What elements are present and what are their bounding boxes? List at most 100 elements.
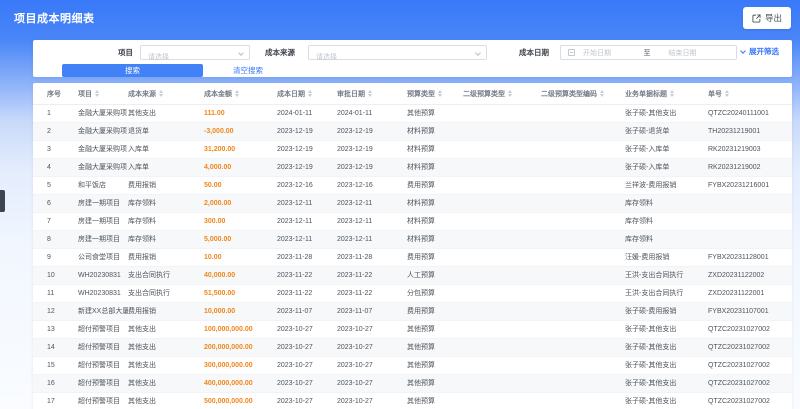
clear-search-button[interactable]: 清空搜索 bbox=[233, 64, 263, 77]
table-row[interactable]: 11 WH20230831 支出合同执行 51,500.00 2023-11-22 202… bbox=[33, 285, 792, 303]
column-header-budget_type[interactable]: 预算类型 bbox=[407, 89, 463, 99]
cell-approval_date: 2023-10-27 bbox=[337, 380, 373, 387]
table-row[interactable]: 4 金融大厦采购项目入库单 4,000.00 2023-12-19 2023-12-19… bbox=[33, 159, 792, 177]
column-header-project[interactable]: 项目 bbox=[78, 89, 128, 99]
project-select-input[interactable] bbox=[141, 51, 249, 64]
table-row[interactable]: 6 房建一期项目 库存领料 2,000.00 2023-12-11 2023-12-11 材… bbox=[33, 195, 792, 213]
column-header-sub_budget_type_code[interactable]: 二级预算类型编码 bbox=[541, 89, 625, 99]
cell-budget_type: 分包预算 bbox=[407, 290, 435, 297]
cell-cost_source: 其他支出 bbox=[128, 398, 156, 405]
table-row[interactable]: 8 房建一期项目 库存领料 5,000.00 2023-12-11 2023-12-11 材… bbox=[33, 231, 792, 249]
cost-date-filter-label: 成本日期 bbox=[519, 48, 549, 57]
cost-date-range-picker[interactable]: 开始日期 至 结束日期 bbox=[560, 45, 737, 60]
sort-carets-icon[interactable] bbox=[508, 90, 512, 97]
cell-document_title: 汪媛-费用报销 bbox=[625, 254, 670, 261]
cell-cost_source: 其他支出 bbox=[128, 362, 156, 369]
start-date-placeholder[interactable]: 开始日期 bbox=[575, 48, 644, 58]
cell-approval_date: 2023-12-19 bbox=[337, 128, 373, 135]
cell-cost_date: 2023-10-27 bbox=[277, 380, 313, 387]
cell-budget_type: 材料预算 bbox=[407, 164, 435, 171]
cell-approval_date: 2023-11-22 bbox=[337, 272, 373, 279]
export-button-label: 导出 bbox=[764, 13, 782, 23]
column-label: 二级预算类型编码 bbox=[541, 90, 597, 98]
cell-document_title: 张子硕-其他支出 bbox=[625, 362, 677, 369]
sort-carets-icon[interactable] bbox=[725, 90, 729, 97]
cell-cost_date: 2023-12-11 bbox=[277, 236, 313, 243]
cell-cost_amount: 31,200.00 bbox=[204, 146, 236, 153]
cell-cost_date: 2023-12-19 bbox=[277, 128, 313, 135]
table-row[interactable]: 9 公司食堂项目 费用报销 10.00 2023-11-28 2023-11-28 费用预算… bbox=[33, 249, 792, 267]
cell-cost_source: 支出合同执行 bbox=[128, 272, 170, 279]
cell-index: 3 bbox=[47, 146, 51, 153]
sort-carets-icon[interactable] bbox=[368, 90, 372, 97]
cell-cost_date: 2023-10-27 bbox=[277, 326, 313, 333]
table-row[interactable]: 7 房建一期项目 库存领料 300.00 2023-12-11 2023-12-11 材料预… bbox=[33, 213, 792, 231]
end-date-placeholder[interactable]: 结束日期 bbox=[651, 48, 730, 58]
sort-carets-icon[interactable] bbox=[95, 90, 99, 97]
table-row[interactable]: 2 金融大厦采购项目退货单 -3,000.00 2023-12-19 2023-12-1… bbox=[33, 123, 792, 141]
column-label: 二级预算类型 bbox=[463, 90, 505, 98]
column-header-document_title[interactable]: 业务单据标题 bbox=[625, 89, 708, 99]
cell-cost_amount: 40,000.00 bbox=[204, 272, 236, 279]
cell-cost_amount: 300,000,000.00 bbox=[204, 362, 253, 369]
cell-sub_budget_type bbox=[463, 159, 541, 176]
table-row[interactable]: 5 和平饭店 费用报销 50.00 2023-12-16 2023-12-16 费用预算 兰祥… bbox=[33, 177, 792, 195]
sort-carets-icon[interactable] bbox=[308, 90, 312, 97]
cell-document_no: QTZC20231027002 bbox=[708, 380, 770, 387]
column-header-approval_date[interactable]: 审批日期 bbox=[337, 89, 407, 99]
table-row[interactable]: 10 WH20230831 支出合同执行 40,000.00 2023-11-22 202… bbox=[33, 267, 792, 285]
sidebar-expand-handle[interactable] bbox=[0, 190, 5, 212]
project-select[interactable] bbox=[140, 45, 250, 64]
column-header-sub_budget_type[interactable]: 二级预算类型 bbox=[463, 89, 541, 99]
cell-cost_source: 库存领料 bbox=[128, 200, 156, 207]
cell-cost_source: 入库单 bbox=[128, 164, 149, 171]
cell-approval_date: 2023-11-28 bbox=[337, 254, 373, 261]
table-row[interactable]: 12 新建XX总部大厦工程二期费用报销 10,000.00 2023-11-07 202… bbox=[33, 303, 792, 321]
table-row[interactable]: 17 超付预警项目 其他支出 500,000,000.00 2023-10-27 2023… bbox=[33, 393, 792, 409]
cost-source-filter-label: 成本来源 bbox=[265, 48, 295, 57]
cell-budget_type: 费用预算 bbox=[407, 182, 435, 189]
cell-index: 17 bbox=[47, 398, 55, 405]
column-header-cost_date[interactable]: 成本日期 bbox=[277, 89, 337, 99]
cost-source-select[interactable] bbox=[308, 45, 487, 64]
cell-sub_budget_type bbox=[463, 177, 541, 194]
table-row[interactable]: 3 金融大厦采购项目入库单 31,200.00 2023-12-19 2023-12-1… bbox=[33, 141, 792, 159]
cell-sub_budget_type bbox=[463, 303, 541, 320]
cell-project: 超付预警项目 bbox=[78, 344, 120, 351]
column-label: 审批日期 bbox=[337, 90, 365, 98]
table-row[interactable]: 15 超付预警项目 其他支出 300,000,000.00 2023-10-27 2023… bbox=[33, 357, 792, 375]
sort-carets-icon[interactable] bbox=[438, 90, 442, 97]
sort-carets-icon[interactable] bbox=[159, 90, 163, 97]
cell-sub_budget_type bbox=[463, 285, 541, 302]
cell-sub_budget_type bbox=[463, 339, 541, 356]
cell-project: 房建一期项目 bbox=[78, 218, 120, 225]
cost-source-select-input[interactable] bbox=[309, 51, 486, 64]
table-row[interactable]: 13 超付预警项目 其他支出 100,000,000.00 2023-10-27 2023… bbox=[33, 321, 792, 339]
cell-sub_budget_type bbox=[463, 249, 541, 266]
cell-cost_date: 2023-12-19 bbox=[277, 164, 313, 171]
table-row[interactable]: 1 金融大厦采购项目其他支出 111.00 2024-01-11 2024-01-11 其… bbox=[33, 105, 792, 123]
column-header-document_no[interactable]: 单号 bbox=[708, 89, 792, 99]
cell-document_no bbox=[708, 195, 792, 212]
cell-index: 8 bbox=[47, 236, 51, 243]
expand-filters-link[interactable]: 展开筛选 bbox=[740, 46, 779, 57]
column-header-cost_amount[interactable]: 成本金额 bbox=[204, 89, 277, 99]
cell-index: 4 bbox=[47, 164, 51, 171]
cell-approval_date: 2023-12-11 bbox=[337, 200, 373, 207]
cell-cost_amount: 50.00 bbox=[204, 182, 222, 189]
column-header-cost_source[interactable]: 成本来源 bbox=[128, 89, 204, 99]
cell-cost_date: 2023-12-19 bbox=[277, 146, 313, 153]
cell-index: 1 bbox=[47, 110, 51, 117]
sort-carets-icon[interactable] bbox=[235, 90, 239, 97]
table-row[interactable]: 14 超付预警项目 其他支出 200,000,000.00 2023-10-27 2023… bbox=[33, 339, 792, 357]
cell-cost_amount: 10,000.00 bbox=[204, 308, 236, 315]
sort-carets-icon[interactable] bbox=[670, 90, 674, 97]
table-row[interactable]: 16 超付预警项目 其他支出 400,000,000.00 2023-10-27 2023… bbox=[33, 375, 792, 393]
cell-sub_budget_type bbox=[463, 393, 541, 409]
search-button[interactable]: 搜索 bbox=[62, 64, 203, 77]
table-body: 1金融大厦采购项目其他支出111.002024-01-112024-01-11其… bbox=[33, 105, 792, 409]
cell-document_no: QTZC20231027002 bbox=[708, 344, 770, 351]
sort-carets-icon[interactable] bbox=[600, 90, 604, 97]
export-button[interactable]: 导出 bbox=[742, 7, 791, 29]
cell-budget_type: 材料预算 bbox=[407, 146, 435, 153]
